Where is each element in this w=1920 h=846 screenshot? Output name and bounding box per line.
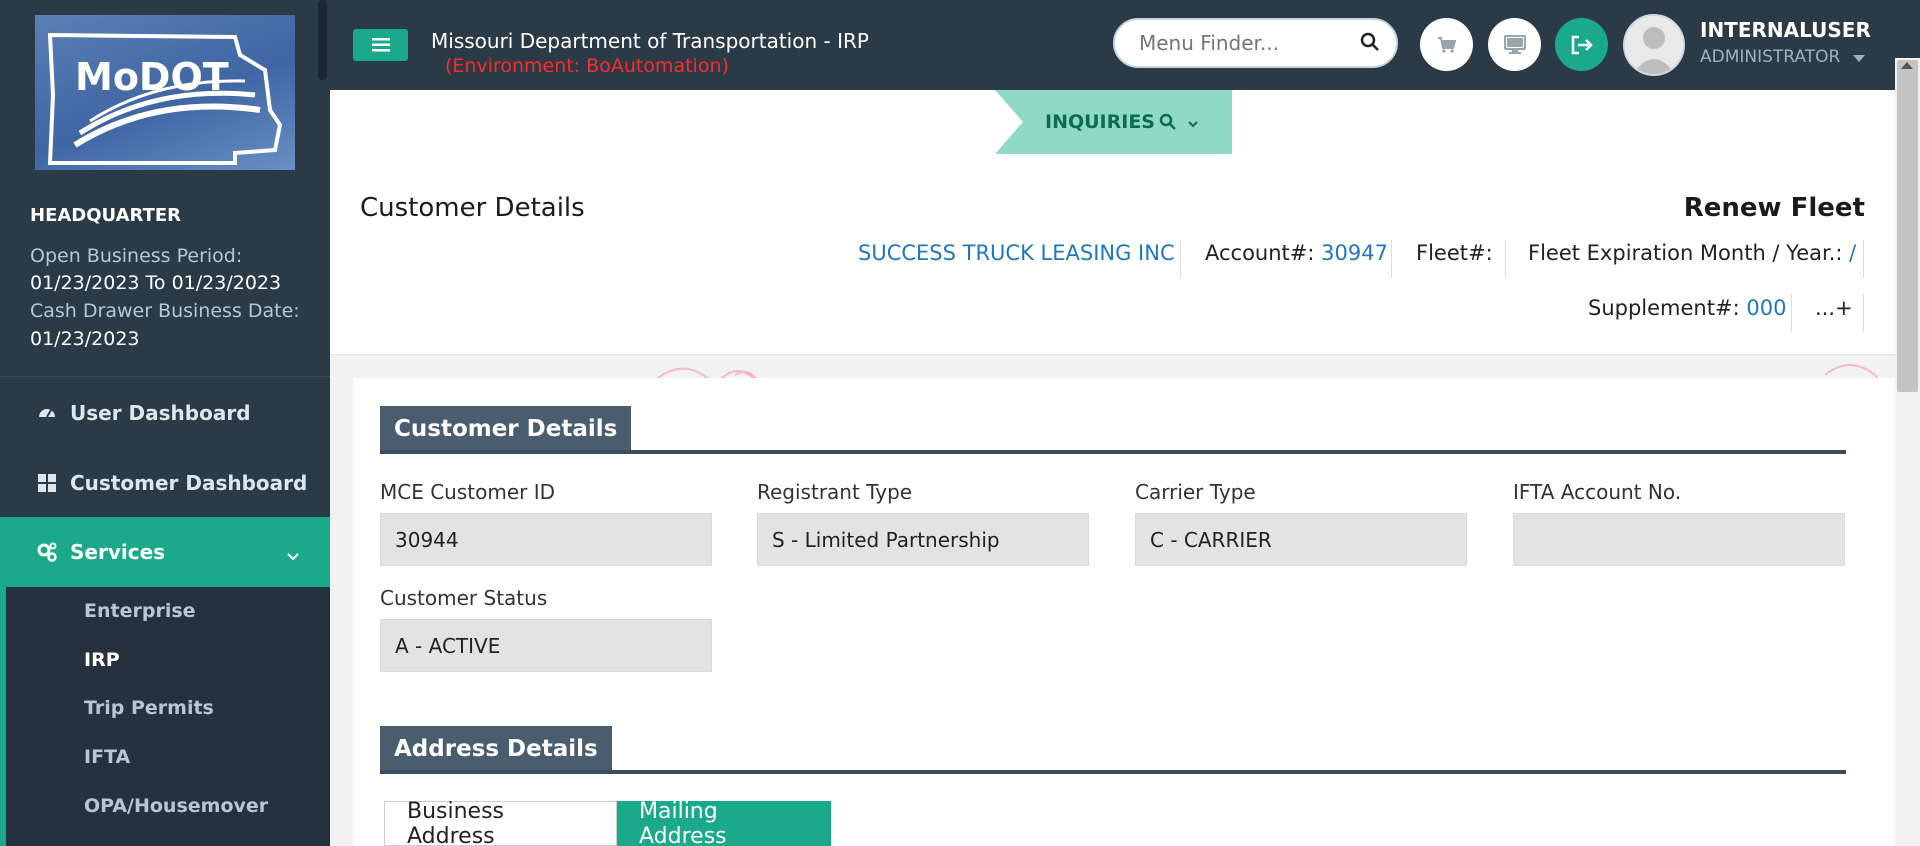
carrier-type-label: Carrier Type bbox=[1135, 480, 1256, 504]
submenu-item-trip-permits[interactable]: Trip Permits bbox=[84, 697, 214, 719]
submenu-item-ifta[interactable]: IFTA bbox=[84, 746, 130, 768]
fleet-expiration-info: Fleet Expiration Month / Year.: / bbox=[1528, 241, 1856, 265]
missouri-state-logo-icon: MoDOT bbox=[47, 32, 283, 165]
more-info-link[interactable]: ...+ bbox=[1815, 296, 1853, 320]
office-name: HEADQUARTER bbox=[30, 205, 182, 226]
open-business-period-value: 01/23/2023 To 01/23/2023 bbox=[30, 272, 282, 294]
customer-details-section-header: Customer Details bbox=[380, 406, 1846, 454]
cash-drawer-value: 01/23/2023 bbox=[30, 328, 140, 350]
divider bbox=[1180, 240, 1181, 278]
divider bbox=[1391, 240, 1392, 278]
cogs-icon bbox=[36, 541, 58, 563]
menu-finder-input[interactable] bbox=[1113, 18, 1398, 68]
search-icon bbox=[1159, 113, 1176, 130]
open-business-period-label: Open Business Period: bbox=[30, 245, 243, 267]
sidebar-divider bbox=[0, 376, 330, 377]
mce-customer-id-field[interactable]: 30944 bbox=[380, 513, 712, 566]
submenu-item-irp[interactable]: IRP bbox=[84, 649, 120, 671]
registrant-type-label: Registrant Type bbox=[757, 480, 913, 504]
tab-mailing-address[interactable]: Mailing Address bbox=[617, 799, 831, 846]
user-avatar-icon bbox=[1625, 16, 1683, 74]
hamburger-icon bbox=[371, 38, 390, 52]
divider bbox=[1863, 294, 1864, 332]
tab-business-address[interactable]: Business Address bbox=[384, 799, 617, 846]
logout-button[interactable] bbox=[1555, 18, 1608, 71]
logout-icon bbox=[1571, 35, 1593, 54]
search-icon[interactable] bbox=[1360, 32, 1382, 54]
ifta-account-no-field[interactable] bbox=[1513, 513, 1845, 566]
account-info: Account#: 30947 bbox=[1205, 241, 1388, 265]
sidebar-item-user-dashboard[interactable]: User Dashboard bbox=[0, 378, 330, 448]
sidebar-item-label: User Dashboard bbox=[70, 401, 251, 425]
sidebar-scrollbar[interactable] bbox=[318, 0, 327, 80]
company-name-link[interactable]: SUCCESS TRUCK LEASING INC bbox=[858, 241, 1175, 265]
action-title: Renew Fleet bbox=[1683, 193, 1865, 223]
mce-customer-id-label: MCE Customer ID bbox=[380, 480, 556, 504]
supplement-label: Supplement#: bbox=[1588, 296, 1740, 320]
avatar[interactable] bbox=[1623, 14, 1685, 76]
supplement-number-link[interactable]: 000 bbox=[1746, 296, 1786, 320]
user-role[interactable]: ADMINISTRATOR bbox=[1700, 47, 1840, 67]
more-label: ...+ bbox=[1815, 296, 1853, 320]
dashboard-icon bbox=[36, 402, 58, 424]
services-submenu: Enterprise IRP Trip Permits IFTA OPA/Hou… bbox=[0, 587, 330, 846]
sidebar-item-services[interactable]: Services bbox=[0, 517, 330, 587]
divider bbox=[1505, 240, 1506, 278]
cart-button[interactable] bbox=[1420, 18, 1473, 71]
fleet-expiration-value[interactable]: / bbox=[1849, 241, 1856, 265]
account-number-link[interactable]: 30947 bbox=[1321, 241, 1388, 265]
customer-status-label: Customer Status bbox=[380, 586, 548, 610]
scroll-up-arrow-icon[interactable] bbox=[1901, 62, 1913, 69]
divider bbox=[1791, 294, 1792, 332]
user-name[interactable]: INTERNALUSER bbox=[1700, 18, 1871, 42]
app-title: Missouri Department of Transportation - … bbox=[431, 29, 869, 53]
supplement-info: Supplement#: 000 bbox=[1588, 296, 1786, 320]
fleet-label: Fleet#: bbox=[1416, 241, 1493, 265]
account-label: Account#: bbox=[1205, 241, 1315, 265]
ifta-account-no-label: IFTA Account No. bbox=[1513, 480, 1682, 504]
modot-logo: MoDOT bbox=[35, 15, 295, 170]
sidebar-item-customer-dashboard[interactable]: Customer Dashboard bbox=[0, 448, 330, 518]
section-title: Address Details bbox=[380, 726, 612, 770]
submenu-item-enterprise[interactable]: Enterprise bbox=[84, 600, 196, 622]
inquiries-dropdown[interactable]: INQUIRIES bbox=[995, 90, 1232, 154]
sidebar-item-label: Services bbox=[70, 540, 166, 564]
page-title: Customer Details bbox=[360, 193, 585, 223]
divider bbox=[1863, 240, 1864, 278]
customer-status-field[interactable]: A - ACTIVE bbox=[380, 619, 712, 672]
inquiries-label: INQUIRIES bbox=[1045, 111, 1155, 133]
environment-label: (Environment: BoAutomation) bbox=[445, 55, 729, 77]
menu-toggle-button[interactable] bbox=[353, 29, 408, 61]
registrant-type-field[interactable]: S - Limited Partnership bbox=[757, 513, 1089, 566]
address-details-section-header: Address Details bbox=[380, 726, 1846, 774]
chevron-down-icon bbox=[286, 543, 300, 567]
cash-drawer-label: Cash Drawer Business Date: bbox=[30, 300, 300, 322]
monitor-icon bbox=[1503, 34, 1526, 54]
user-menu-caret-icon[interactable] bbox=[1853, 55, 1865, 62]
desktop-button[interactable] bbox=[1488, 18, 1541, 71]
carrier-type-field[interactable]: C - CARRIER bbox=[1135, 513, 1467, 566]
cart-icon bbox=[1437, 36, 1456, 53]
sidebar: MoDOT HEADQUARTER Open Business Period: … bbox=[0, 0, 330, 846]
top-header: Missouri Department of Transportation - … bbox=[330, 0, 1920, 90]
grid-icon bbox=[36, 472, 58, 494]
fleet-expiration-label: Fleet Expiration Month / Year.: bbox=[1528, 241, 1843, 265]
page-scrollbar-thumb[interactable] bbox=[1897, 60, 1918, 392]
sidebar-item-label: Customer Dashboard bbox=[70, 471, 308, 495]
submenu-item-opa-housemover[interactable]: OPA/Housemover bbox=[84, 795, 268, 817]
chevron-down-icon bbox=[1187, 111, 1199, 133]
section-title: Customer Details bbox=[380, 406, 632, 450]
